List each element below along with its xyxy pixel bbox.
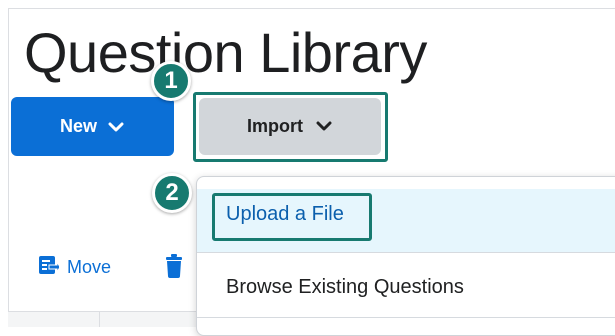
move-icon xyxy=(37,254,61,281)
import-button[interactable]: Import xyxy=(199,98,381,155)
trash-icon xyxy=(164,254,184,282)
move-button[interactable]: Move xyxy=(37,254,111,281)
chevron-down-icon xyxy=(107,121,125,133)
menu-item-upload-file-label: Upload a File xyxy=(226,203,344,225)
new-button[interactable]: New xyxy=(11,97,174,156)
import-button-label: Import xyxy=(247,116,303,136)
table-column-divider xyxy=(99,311,100,327)
chevron-down-icon xyxy=(315,116,333,137)
step-2-badge: 2 xyxy=(152,173,192,213)
table-header-row xyxy=(8,311,208,327)
delete-button[interactable] xyxy=(164,254,184,283)
new-button-label: New xyxy=(59,116,97,136)
menu-item-browse-existing-label: Browse Existing Questions xyxy=(226,276,464,298)
move-button-label: Move xyxy=(67,257,112,277)
page-title: Question Library xyxy=(24,21,427,84)
step-1-badge: 1 xyxy=(151,61,191,101)
